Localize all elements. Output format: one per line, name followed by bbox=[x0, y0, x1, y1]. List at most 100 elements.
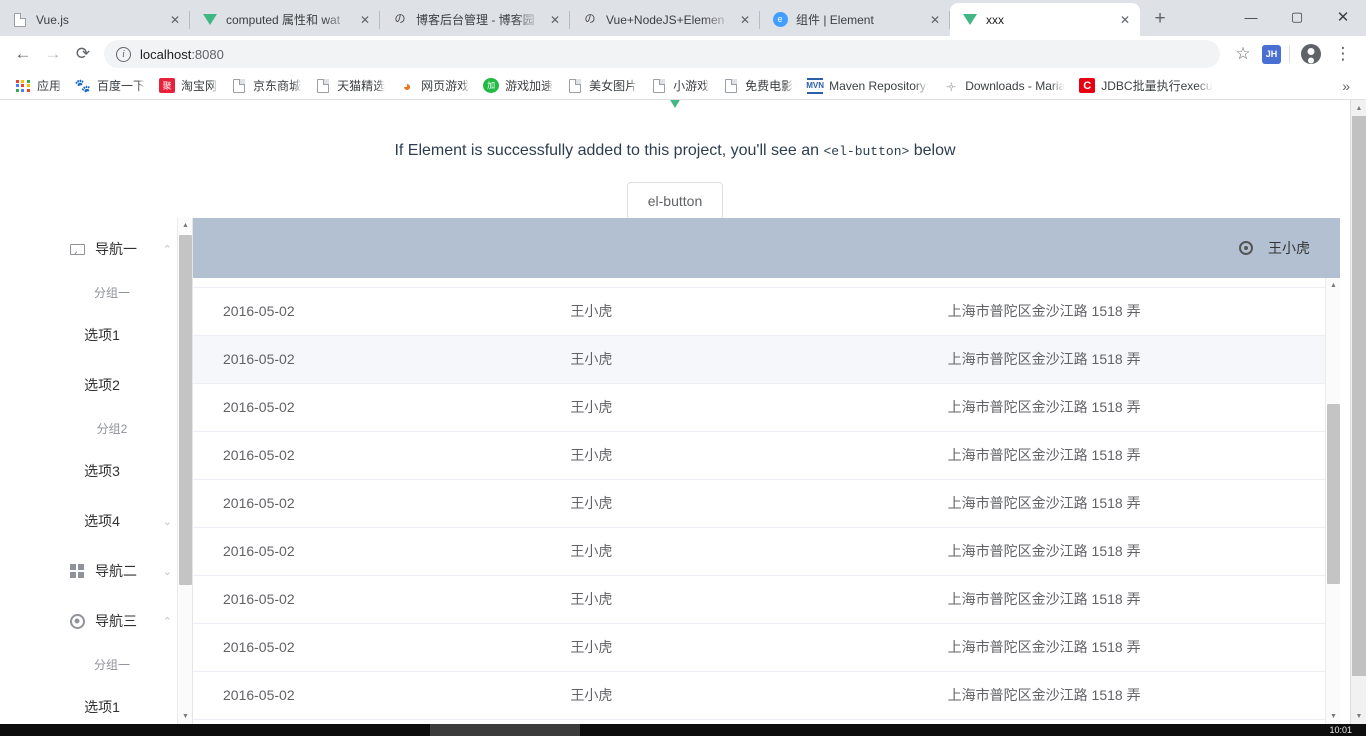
close-icon[interactable]: ✕ bbox=[1116, 11, 1134, 29]
table-row[interactable]: 2016-05-02 王小虎 上海市普陀区金沙江路 1518 弄 bbox=[193, 431, 1325, 480]
bookmark-apps[interactable]: 应用 bbox=[8, 75, 68, 96]
bookmark-tmall[interactable]: 天猫精选 bbox=[308, 75, 392, 96]
browser-tab-1[interactable]: computed 属性和 wat ✕ bbox=[190, 3, 380, 36]
close-icon[interactable]: ✕ bbox=[736, 11, 754, 29]
bookmark-label: Downloads - Maria bbox=[965, 78, 1066, 93]
tab-title: Vue.js bbox=[36, 12, 69, 27]
cell-date: 2016-05-02 bbox=[193, 383, 571, 432]
bookmark-jd[interactable]: 京东商城 bbox=[224, 75, 308, 96]
cell-name: 王小虎 bbox=[570, 575, 948, 624]
scroll-down-icon[interactable]: ▼ bbox=[1326, 709, 1340, 724]
scroll-up-icon[interactable]: ▲ bbox=[1326, 278, 1340, 293]
sidebar-item-nav-2[interactable]: 导航二 ⌄ bbox=[12, 546, 192, 596]
bookmark-webgames[interactable]: ◕ 网页游戏 bbox=[392, 75, 476, 96]
cnblogs-icon: の bbox=[394, 13, 406, 25]
back-button[interactable]: ← bbox=[8, 39, 38, 69]
sidebar-scrollbar[interactable]: ▲ ▼ bbox=[177, 218, 192, 724]
browser-tab-2[interactable]: の 博客后台管理 - 博客园 ✕ bbox=[380, 3, 570, 36]
minimize-button[interactable]: — bbox=[1228, 0, 1274, 34]
table-row[interactable]: 2016-05-02 王小虎 上海市普陀区金沙江路 1518 弄 bbox=[193, 383, 1325, 432]
bookmark-freemovies[interactable]: 免费电影 bbox=[716, 75, 800, 96]
cell-date: 2016-05-02 bbox=[193, 623, 571, 672]
chevron-down-icon[interactable]: ⌄ bbox=[163, 515, 172, 528]
el-button-demo[interactable]: el-button bbox=[626, 182, 724, 220]
table-row[interactable]: 2016-05-02 王小虎 上海市普陀区金沙江路 1518 弄 bbox=[193, 623, 1325, 672]
mail-icon bbox=[67, 243, 87, 255]
table-row[interactable]: 2016-05-02 王小虎 上海市普陀区金沙江路 1518 弄 bbox=[193, 335, 1325, 384]
table-scroll-area: 2016-05-02 王小虎 上海市普陀区金沙江路 1518 弄 2016-05… bbox=[193, 278, 1325, 724]
close-icon[interactable]: ✕ bbox=[926, 11, 944, 29]
cell-name: 王小虎 bbox=[570, 431, 948, 480]
window-close-button[interactable]: ✕ bbox=[1320, 0, 1366, 34]
sidebar-subitem-option-4[interactable]: 选项4 ⌄ bbox=[12, 496, 192, 546]
scroll-down-icon[interactable]: ▼ bbox=[1351, 708, 1366, 724]
table-row[interactable]: 2016-05-02 王小虎 上海市普陀区金沙江路 1518 弄 bbox=[193, 287, 1325, 336]
table-row[interactable]: 2016-05-02 王小虎 上海市普陀区金沙江路 1518 弄 bbox=[193, 671, 1325, 720]
bookmarks-overflow-button[interactable]: » bbox=[1334, 78, 1358, 94]
table-row[interactable]: 2016-05-02 王小虎 上海市普陀区金沙江路 1518 弄 bbox=[193, 575, 1325, 624]
reload-button[interactable]: ⟳ bbox=[68, 39, 98, 69]
chrome-menu-icon[interactable]: ⋮ bbox=[1328, 39, 1358, 69]
scroll-up-icon[interactable]: ▲ bbox=[1351, 100, 1366, 116]
sidebar-item-label: 导航二 bbox=[95, 563, 137, 579]
bookmark-mariadb[interactable]: 🝊 Downloads - Maria bbox=[936, 76, 1072, 96]
browser-tab-4[interactable]: e 组件 | Element ✕ bbox=[760, 3, 950, 36]
url-host: localhost bbox=[140, 46, 192, 62]
chevron-up-icon[interactable]: ⌃ bbox=[163, 243, 172, 256]
maximize-button[interactable]: ▢ bbox=[1274, 0, 1320, 34]
close-icon[interactable]: ✕ bbox=[546, 11, 564, 29]
bookmark-taobao[interactable]: 聚 淘宝网 bbox=[152, 75, 224, 96]
site-info-icon[interactable]: i bbox=[116, 46, 131, 62]
sidebar-scrollbar-thumb[interactable] bbox=[179, 235, 192, 585]
profile-avatar-icon[interactable] bbox=[1301, 44, 1321, 64]
scroll-down-icon[interactable]: ▼ bbox=[178, 709, 192, 724]
browser-tab-5-active[interactable]: xxx ✕ bbox=[950, 3, 1140, 36]
bookmark-minigames[interactable]: 小游戏 bbox=[644, 75, 716, 96]
vue-icon bbox=[962, 12, 978, 28]
close-icon[interactable]: ✕ bbox=[356, 11, 374, 29]
chevron-down-icon[interactable]: ⌄ bbox=[163, 565, 172, 578]
browser-page-scrollbar[interactable]: ▲ ▼ bbox=[1350, 100, 1366, 724]
close-icon[interactable]: ✕ bbox=[166, 11, 184, 29]
os-taskbar: 10:01 bbox=[0, 724, 1366, 736]
table-row[interactable] bbox=[193, 278, 1325, 288]
scroll-up-icon[interactable]: ▲ bbox=[178, 218, 192, 233]
taskbar-active-window[interactable] bbox=[430, 724, 580, 736]
sidebar-subitem-option-3[interactable]: 选项3 bbox=[12, 446, 192, 496]
bookmark-gameboost[interactable]: 加 游戏加速 bbox=[476, 75, 560, 96]
bookmark-label: 应用 bbox=[37, 79, 62, 93]
sidebar-item-nav-3[interactable]: 导航三 ⌃ bbox=[12, 596, 192, 646]
chevron-up-icon[interactable]: ⌃ bbox=[163, 615, 172, 628]
bookmark-star-icon[interactable]: ☆ bbox=[1228, 39, 1258, 69]
browser-tab-0[interactable]: Vue.js ✕ bbox=[0, 3, 190, 36]
gear-icon[interactable] bbox=[1239, 241, 1253, 255]
bookmark-maven[interactable]: MVN Maven Repository: bbox=[800, 76, 936, 96]
header-user[interactable]: 王小虎 bbox=[1239, 238, 1310, 258]
cell-address: 上海市普陀区金沙江路 1518 弄 bbox=[947, 431, 1325, 480]
bookmark-csdn[interactable]: C JDBC批量执行execu bbox=[1072, 75, 1219, 96]
page-scrollbar-thumb[interactable] bbox=[1352, 116, 1366, 676]
sidebar-group-title-2: 分组2 bbox=[96, 421, 128, 436]
cell-address: 上海市普陀区金沙江路 1518 弄 bbox=[947, 671, 1325, 720]
browser-tab-3[interactable]: の Vue+NodeJS+Elemen ✕ bbox=[570, 3, 760, 36]
table-row[interactable]: 2016-05-02 王小虎 上海市普陀区金沙江路 1518 弄 bbox=[193, 527, 1325, 576]
sidebar-subitem-option-1[interactable]: 选项1 bbox=[12, 310, 192, 360]
forward-button[interactable]: → bbox=[38, 39, 68, 69]
address-bar[interactable]: i localhost:8080 bbox=[104, 40, 1220, 68]
sidebar-subitem-option-1b[interactable]: 选项1 bbox=[12, 682, 192, 724]
sidebar-item-nav-1[interactable]: 导航一 ⌃ bbox=[12, 224, 192, 274]
taobao-icon: 聚 bbox=[159, 78, 176, 93]
url-port: :8080 bbox=[191, 46, 224, 62]
table-row[interactable]: 2016-05-02 王小虎 上海市普陀区金沙江路 1518 弄 bbox=[193, 479, 1325, 528]
table-scrollbar-thumb[interactable] bbox=[1327, 404, 1340, 584]
sidebar-subitem-option-2[interactable]: 选项2 bbox=[12, 360, 192, 410]
sidebar-group-title-3: 分组一 bbox=[93, 657, 130, 672]
extension-icon[interactable]: JH bbox=[1262, 44, 1281, 64]
element-container: 导航一 ⌃ 分组一 选项1 选项2 分组2 选项3 选项4 ⌄ 导航二 ⌄ 导航… bbox=[12, 218, 1340, 724]
bookmark-photos[interactable]: 美女图片 bbox=[560, 75, 644, 96]
table-scrollbar[interactable]: ▲ ▼ bbox=[1325, 278, 1340, 724]
baidu-icon: 🐾 bbox=[74, 77, 92, 93]
new-tab-button[interactable]: + bbox=[1146, 5, 1174, 33]
document-icon bbox=[567, 78, 583, 94]
bookmark-baidu[interactable]: 🐾 百度一下 bbox=[68, 75, 152, 96]
